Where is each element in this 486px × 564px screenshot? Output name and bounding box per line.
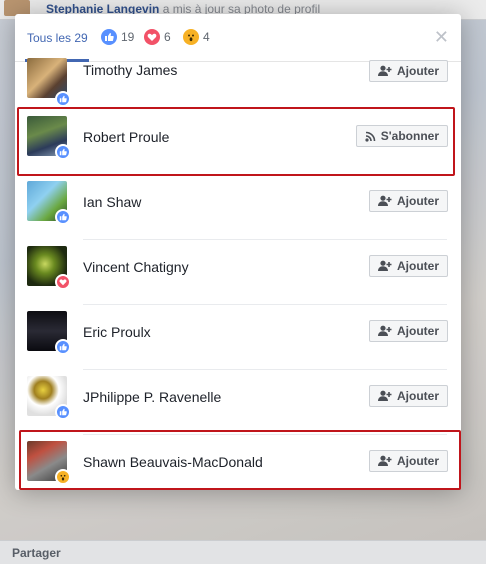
add-friend-icon (378, 260, 392, 271)
love-count: 6 (164, 30, 171, 44)
divider (83, 304, 447, 305)
add-friend-label: Ajouter (397, 454, 439, 468)
person-name[interactable]: Robert Proule (83, 129, 169, 145)
like-icon (55, 404, 71, 420)
add-friend-button[interactable]: Ajouter (369, 255, 448, 277)
list-item: Vincent Chatigny Ajouter (15, 239, 461, 304)
wow-count: 4 (203, 30, 210, 44)
add-friend-button[interactable]: Ajouter (369, 320, 448, 342)
tab-like[interactable]: 19 (101, 29, 134, 45)
follow-label: S'abonner (380, 129, 439, 143)
love-icon (144, 29, 160, 45)
add-friend-icon (378, 390, 392, 401)
reactions-dialog: Tous les 29 19 6 4 ✕ Timothy James Ajout… (15, 14, 461, 490)
add-friend-label: Ajouter (397, 259, 439, 273)
add-friend-icon (378, 195, 392, 206)
like-icon (55, 339, 71, 355)
add-friend-icon (378, 455, 392, 466)
list-item: Robert Proule S'abonner (15, 109, 461, 174)
person-name[interactable]: Ian Shaw (83, 194, 141, 210)
like-icon (55, 144, 71, 160)
like-count: 19 (121, 30, 135, 44)
divider (83, 369, 447, 370)
list-item: JPhilippe P. Ravenelle Ajouter (15, 369, 461, 434)
person-name[interactable]: Timothy James (83, 62, 177, 78)
add-friend-button[interactable]: Ajouter (369, 385, 448, 407)
add-friend-button[interactable]: Ajouter (369, 60, 448, 82)
person-name[interactable]: Vincent Chatigny (83, 259, 189, 275)
wow-icon (183, 29, 199, 45)
follow-button[interactable]: S'abonner (355, 125, 448, 147)
add-friend-icon (378, 65, 392, 76)
person-name[interactable]: Eric Proulx (83, 324, 151, 340)
divider (83, 239, 447, 240)
like-icon (55, 91, 71, 107)
add-friend-label: Ajouter (397, 64, 439, 78)
tab-wow[interactable]: 4 (183, 29, 210, 45)
add-friend-label: Ajouter (397, 324, 439, 338)
tab-all[interactable]: Tous les 29 (27, 31, 88, 45)
list-item: Ian Shaw Ajouter (15, 174, 461, 239)
wow-icon (55, 469, 71, 485)
add-friend-label: Ajouter (397, 389, 439, 403)
person-name[interactable]: Shawn Beauvais-MacDonald (83, 454, 263, 470)
list-item: Eric Proulx Ajouter (15, 304, 461, 369)
list-item: Timothy James Ajouter (15, 44, 461, 109)
love-icon (55, 274, 71, 290)
rss-icon (365, 131, 376, 142)
like-icon (55, 209, 71, 225)
add-friend-label: Ajouter (397, 194, 439, 208)
add-friend-icon (378, 325, 392, 336)
divider (83, 434, 447, 435)
tab-love[interactable]: 6 (144, 29, 171, 45)
divider (83, 174, 447, 175)
add-friend-button[interactable]: Ajouter (369, 190, 448, 212)
list-item: Shawn Beauvais-MacDonald Ajouter (15, 434, 461, 490)
like-icon (101, 29, 117, 45)
add-friend-button[interactable]: Ajouter (369, 450, 448, 472)
person-name[interactable]: JPhilippe P. Ravenelle (83, 389, 221, 405)
